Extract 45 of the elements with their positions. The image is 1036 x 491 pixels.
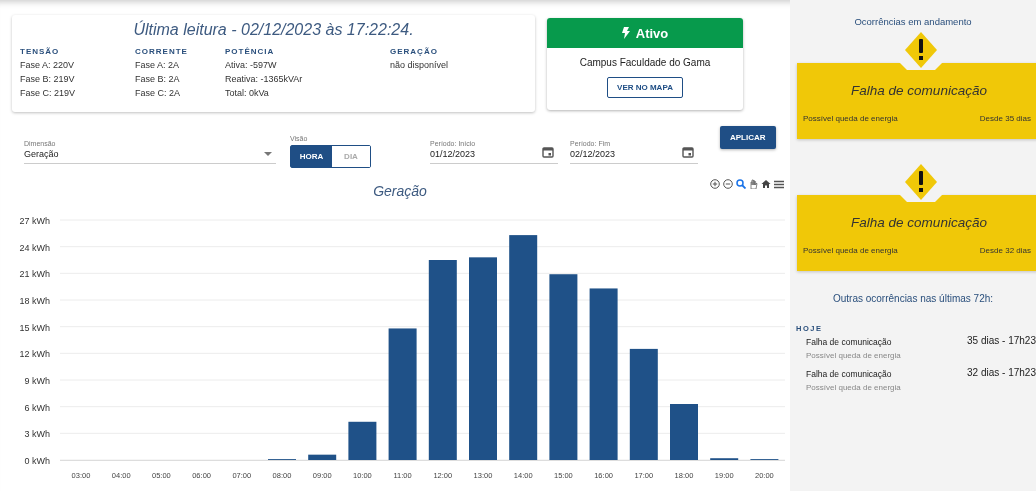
status-label: Ativo xyxy=(635,25,669,41)
apply-button[interactable]: APLICAR xyxy=(720,126,776,149)
occurrence-description: Possível queda de energia xyxy=(806,350,901,362)
location-name: Campus Faculdade do Gama xyxy=(578,57,712,68)
reading-value: Fase C: 219V xyxy=(20,87,77,100)
group-label: GERAÇÃO xyxy=(390,47,439,56)
y-axis-label: 24 kWh xyxy=(19,242,50,253)
reading-value: não disponível xyxy=(390,59,449,72)
map-button[interactable]: VER NO MAPA xyxy=(607,77,683,98)
occurrence-description: Possível queda de energia xyxy=(806,382,901,394)
reading-title: Última leitura - 02/12/2023 às 17:22:24. xyxy=(132,21,415,39)
reading-value: Fase B: 219V xyxy=(20,73,76,86)
occurrence-since: Desde 35 dias xyxy=(979,114,1031,123)
other-occurrences-title: Outras ocorrências nas últimas 72h: xyxy=(831,293,995,304)
occurrence-description: Possível queda de energia xyxy=(803,246,898,255)
reading-value: Ativa: -597W xyxy=(225,59,278,72)
y-axis-label: 27 kWh xyxy=(19,216,50,226)
reading-value: Total: 0kVa xyxy=(225,87,270,100)
y-axis-label: 18 kWh xyxy=(19,296,50,306)
group-label: POTÊNCIA xyxy=(225,47,276,56)
occurrence-description: Possível queda de energia xyxy=(803,114,898,123)
reading-value: Fase A: 2A xyxy=(135,59,181,72)
y-axis-label: 15 kWh xyxy=(19,322,50,333)
group-label: CORRENTE xyxy=(135,47,189,56)
reading-value: Fase C: 2A xyxy=(135,87,182,100)
y-axis-label: 6 kWh xyxy=(24,402,50,413)
group-label: TENSÃO xyxy=(20,47,61,56)
occurrence-since: Desde 32 dias xyxy=(979,246,1031,255)
occurrence-title: Falha de comunicação xyxy=(806,336,893,349)
y-axis-label: 0 kWh xyxy=(24,456,50,466)
reading-value: Fase A: 220V xyxy=(20,59,76,72)
chart-title: Geração xyxy=(373,182,427,199)
view-toggle-button[interactable]: HORA xyxy=(291,146,332,167)
y-axis-label: 3 kWh xyxy=(24,429,50,440)
reading-value: Reativa: -1365kVAr xyxy=(225,73,304,86)
y-axis-label: 21 kWh xyxy=(19,269,50,280)
occurrence-title: Falha de comunicação xyxy=(850,215,988,230)
reading-value: Fase B: 2A xyxy=(135,73,181,86)
occurrence-time: 35 dias - 17h23 xyxy=(967,335,1036,348)
occurrence-title: Falha de comunicação xyxy=(806,368,893,381)
side-title: Ocorrências em andamento xyxy=(853,16,973,27)
y-axis-label: 9 kWh xyxy=(24,376,50,386)
y-axis-label: 12 kWh xyxy=(19,349,50,360)
occurrence-title: Falha de comunicação xyxy=(850,83,988,98)
occurrence-time: 32 dias - 17h23 xyxy=(967,367,1036,380)
